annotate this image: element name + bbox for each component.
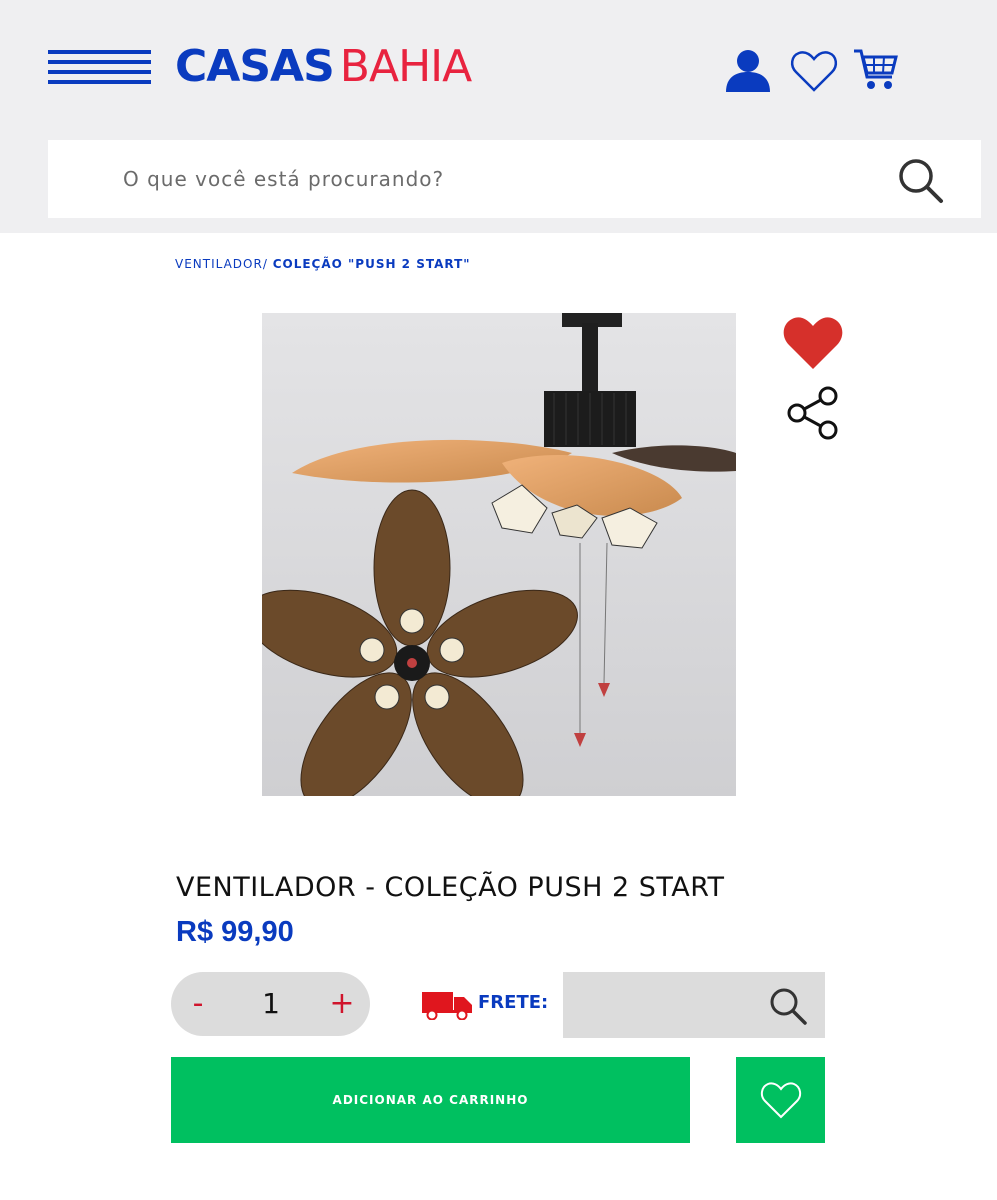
menu-icon[interactable] <box>48 50 151 84</box>
breadcrumb: VENTILADOR/ COLEÇÃO "PUSH 2 START" <box>175 257 471 271</box>
add-to-wishlist-button[interactable] <box>736 1057 825 1143</box>
casas-bahia-logo[interactable]: CASAS BAHIA <box>175 41 472 93</box>
ceiling-fan-image[interactable] <box>262 313 736 796</box>
quantity-increase-button[interactable]: + <box>317 972 367 1036</box>
truck-icon <box>422 992 472 1020</box>
shipping-label: FRETE: <box>478 992 549 1013</box>
logo-part-casas: CASAS <box>175 41 335 92</box>
shipping-zip-field <box>563 972 825 1038</box>
heart-outline-icon[interactable] <box>790 48 838 94</box>
search-icon[interactable] <box>896 156 944 204</box>
breadcrumb-current: COLEÇÃO "PUSH 2 START" <box>272 257 471 271</box>
shipping-search-icon[interactable] <box>769 987 807 1025</box>
breadcrumb-parent[interactable]: VENTILADOR/ <box>175 257 268 271</box>
logo-part-bahia: BAHIA <box>339 41 472 92</box>
share-icon[interactable] <box>786 386 840 440</box>
shipping-zip-input[interactable] <box>563 972 763 1038</box>
cart-icon[interactable] <box>852 47 898 93</box>
product-price: R$ 99,90 <box>176 916 294 948</box>
favorite-heart-icon[interactable] <box>782 315 844 371</box>
quantity-value[interactable]: 1 <box>226 972 316 1036</box>
product-title: VENTILADOR - COLEÇÃO PUSH 2 START <box>176 872 725 903</box>
quantity-stepper: - 1 + <box>171 972 370 1036</box>
quantity-decrease-button[interactable]: - <box>173 972 223 1036</box>
add-to-cart-button[interactable]: ADICIONAR AO CARRINHO <box>171 1057 690 1143</box>
site-header: CASAS BAHIA <box>0 0 997 233</box>
search-bar <box>48 140 981 218</box>
heart-outline-icon <box>760 1082 802 1119</box>
user-icon[interactable] <box>724 47 772 93</box>
search-input[interactable] <box>48 140 878 218</box>
